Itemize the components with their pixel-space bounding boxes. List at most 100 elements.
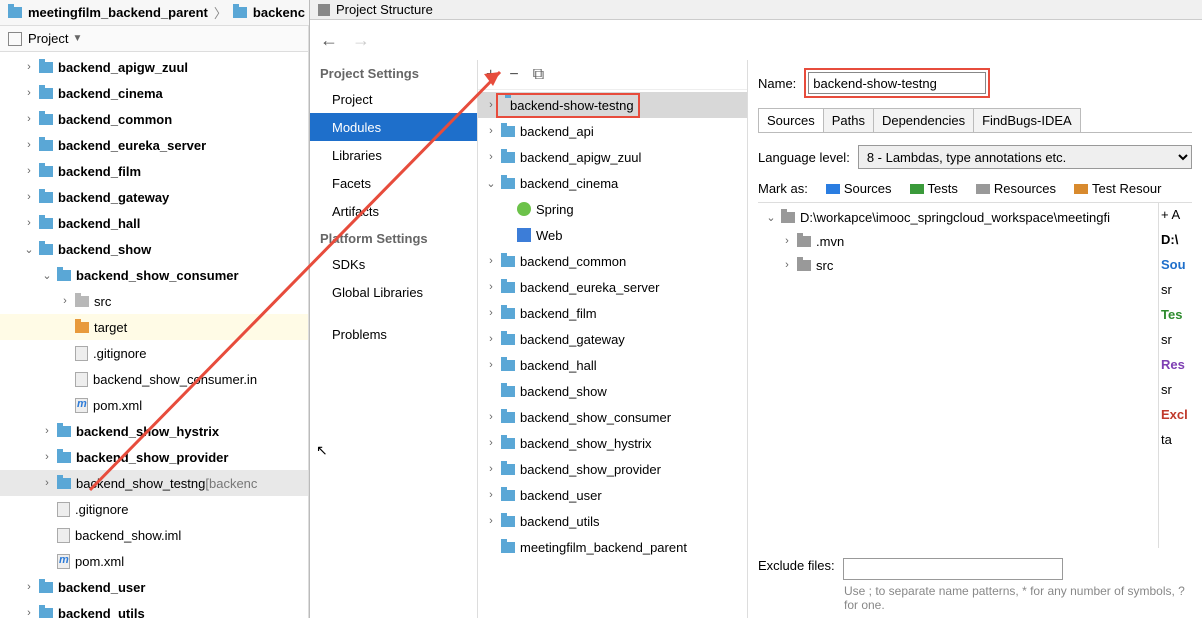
tree-row[interactable]: pom.xml [0, 548, 308, 574]
tree-row[interactable]: ›backend_show_hystrix [0, 418, 308, 444]
expand-arrow-icon[interactable]: › [484, 359, 498, 371]
expand-arrow-icon[interactable]: › [484, 151, 498, 163]
content-row[interactable]: ⌄D:\workapce\imooc_springcloud_workspace… [758, 205, 1158, 229]
expand-arrow-icon[interactable]: › [484, 463, 498, 475]
module-row[interactable]: ›backend_apigw_zuul [478, 144, 747, 170]
expand-arrow-icon[interactable]: › [22, 191, 36, 203]
content-root-tree[interactable]: ⌄D:\workapce\imooc_springcloud_workspace… [758, 203, 1158, 548]
expand-arrow-icon[interactable]: › [780, 235, 794, 247]
module-row[interactable]: ›backend_common [478, 248, 747, 274]
tab-paths[interactable]: Paths [823, 108, 874, 132]
expand-arrow-icon[interactable]: › [22, 217, 36, 229]
expand-arrow-icon[interactable]: › [484, 255, 498, 267]
module-row[interactable]: ›backend_eureka_server [478, 274, 747, 300]
sidebar-item-facets[interactable]: Facets [310, 169, 477, 197]
chevron-down-icon[interactable]: ▼ [72, 33, 82, 44]
module-row[interactable]: ›backend_api [478, 118, 747, 144]
expand-arrow-icon[interactable]: › [484, 281, 498, 293]
expand-arrow-icon[interactable]: › [484, 411, 498, 423]
expand-arrow-icon[interactable]: › [58, 295, 72, 307]
expand-arrow-icon[interactable]: › [22, 607, 36, 618]
project-panel-header[interactable]: Project ▼ [0, 26, 308, 52]
mark-tests[interactable]: Tests [910, 181, 958, 196]
module-row[interactable]: ›backend_show_hystrix [478, 430, 747, 456]
module-name-input[interactable] [808, 72, 986, 94]
mark-sources[interactable]: Sources [826, 181, 892, 196]
expand-arrow-icon[interactable]: › [22, 165, 36, 177]
expand-arrow-icon[interactable]: ⌄ [40, 269, 54, 282]
sidebar-item-libraries[interactable]: Libraries [310, 141, 477, 169]
tree-row[interactable]: ›backend_film [0, 158, 308, 184]
mark-resources[interactable]: Resources [976, 181, 1056, 196]
module-row[interactable]: Web [478, 222, 747, 248]
expand-arrow-icon[interactable]: › [484, 489, 498, 501]
expand-arrow-icon[interactable]: › [484, 515, 498, 527]
tree-row[interactable]: .gitignore [0, 496, 308, 522]
expand-arrow-icon[interactable]: › [40, 451, 54, 463]
sidebar-item-sdks[interactable]: SDKs [310, 250, 477, 278]
expand-arrow-icon[interactable]: › [484, 307, 498, 319]
copy-module-button[interactable]: ⧉ [533, 66, 544, 84]
breadcrumb-root[interactable]: meetingfilm_backend_parent [28, 5, 208, 20]
module-row[interactable]: meetingfilm_backend_parent [478, 534, 747, 560]
tree-row[interactable]: ›backend_hall [0, 210, 308, 236]
exclude-files-input[interactable] [843, 558, 1063, 580]
module-row[interactable]: ›backend_utils [478, 508, 747, 534]
tree-row[interactable]: ⌄backend_show_consumer [0, 262, 308, 288]
tree-row[interactable]: ›src [0, 288, 308, 314]
add-content-root[interactable]: + A [1161, 207, 1190, 222]
sidebar-item-artifacts[interactable]: Artifacts [310, 197, 477, 225]
sidebar-item-global-libraries[interactable]: Global Libraries [310, 278, 477, 306]
tree-row[interactable]: ›backend_gateway [0, 184, 308, 210]
tree-row[interactable]: ›backend_eureka_server [0, 132, 308, 158]
module-row[interactable]: backend_show [478, 378, 747, 404]
tree-row[interactable]: ›backend_user [0, 574, 308, 600]
tree-row[interactable]: ›backend_apigw_zuul [0, 54, 308, 80]
tree-row[interactable]: ›backend_cinema [0, 80, 308, 106]
expand-arrow-icon[interactable]: › [484, 333, 498, 345]
tab-sources[interactable]: Sources [758, 108, 824, 132]
tree-row[interactable]: backend_show_consumer.in [0, 366, 308, 392]
tab-dependencies[interactable]: Dependencies [873, 108, 974, 132]
module-row[interactable]: ›backend_show_consumer [478, 404, 747, 430]
expand-arrow-icon[interactable]: › [22, 61, 36, 73]
remove-module-button[interactable]: − [509, 66, 518, 84]
language-level-select[interactable]: 8 - Lambdas, type annotations etc. [858, 145, 1192, 169]
expand-arrow-icon[interactable]: › [40, 425, 54, 437]
module-row[interactable]: ›backend_film [478, 300, 747, 326]
module-row[interactable]: ›backend-show-testng [478, 92, 747, 118]
expand-arrow-icon[interactable]: › [484, 125, 498, 137]
tab-findbugs-idea[interactable]: FindBugs-IDEA [973, 108, 1081, 132]
tree-row[interactable]: ›backend_show_testng [backenc [0, 470, 308, 496]
sidebar-item-project[interactable]: Project [310, 85, 477, 113]
mark-test resour[interactable]: Test Resour [1074, 181, 1161, 196]
expand-arrow-icon[interactable]: › [22, 139, 36, 151]
content-row[interactable]: ›.mvn [758, 229, 1158, 253]
expand-arrow-icon[interactable]: › [484, 437, 498, 449]
tree-row[interactable]: .gitignore [0, 340, 308, 366]
expand-arrow-icon[interactable]: ⌄ [764, 211, 778, 224]
back-button[interactable]: ← [320, 30, 338, 51]
tree-row[interactable]: backend_show.iml [0, 522, 308, 548]
add-module-button[interactable]: + [486, 66, 495, 84]
expand-arrow-icon[interactable]: › [780, 259, 794, 271]
tree-row[interactable]: ›backend_show_provider [0, 444, 308, 470]
module-row[interactable]: ›backend_hall [478, 352, 747, 378]
sidebar-item-problems[interactable]: Problems [310, 320, 477, 348]
expand-arrow-icon[interactable]: › [40, 477, 54, 489]
tree-row[interactable]: ⌄backend_show [0, 236, 308, 262]
module-row[interactable]: ›backend_show_provider [478, 456, 747, 482]
expand-arrow-icon[interactable]: › [22, 113, 36, 125]
forward-button[interactable]: → [352, 30, 370, 51]
module-row[interactable]: ⌄backend_cinema [478, 170, 747, 196]
expand-arrow-icon[interactable]: ⌄ [484, 177, 498, 190]
content-row[interactable]: ›src [758, 253, 1158, 277]
tree-row[interactable]: target [0, 314, 308, 340]
tree-row[interactable]: ›backend_utils [0, 600, 308, 618]
module-row[interactable]: Spring [478, 196, 747, 222]
tree-row[interactable]: ›backend_common [0, 106, 308, 132]
sidebar-item-modules[interactable]: Modules [310, 113, 477, 141]
breadcrumb-child[interactable]: backenc [253, 5, 305, 20]
expand-arrow-icon[interactable]: › [22, 581, 36, 593]
expand-arrow-icon[interactable]: ⌄ [22, 243, 36, 256]
